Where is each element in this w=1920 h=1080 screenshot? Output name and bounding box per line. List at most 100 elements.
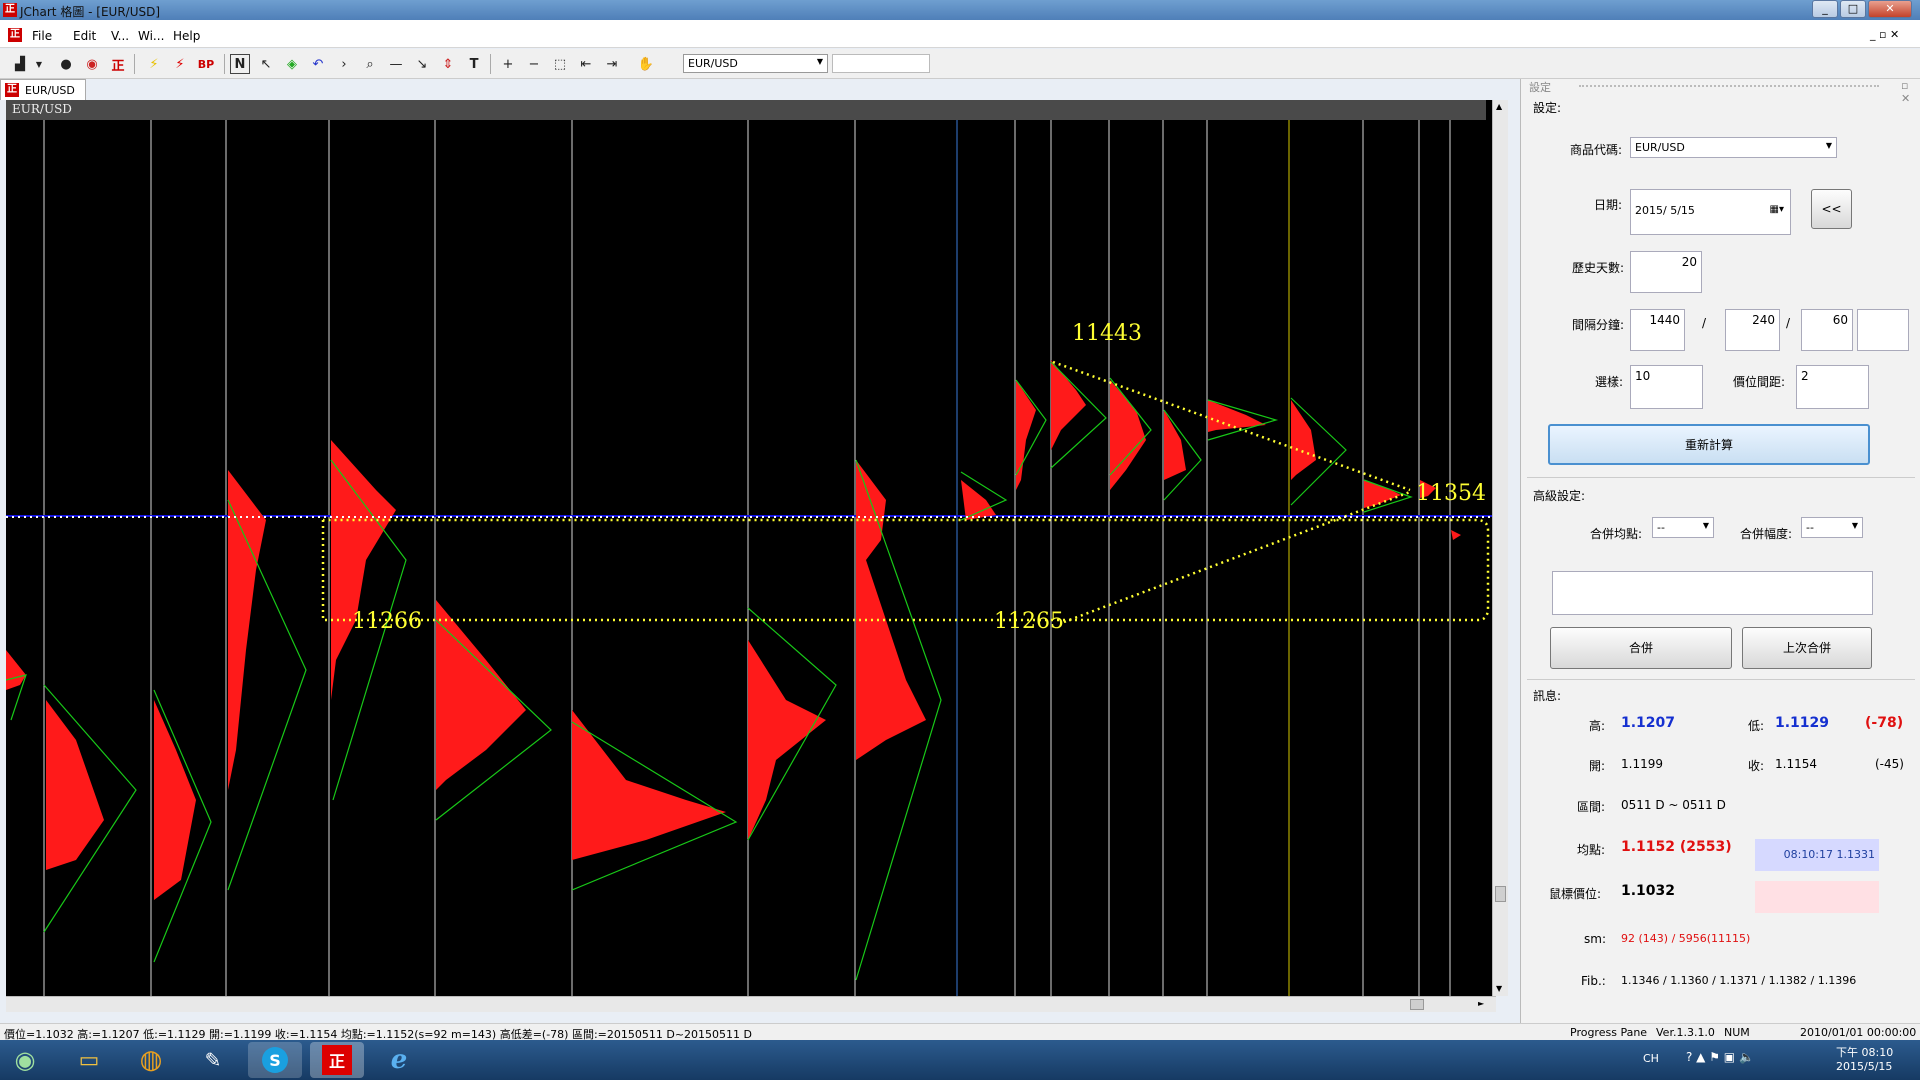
scroll-right-icon[interactable]: ⇥: [602, 54, 622, 74]
tray-icons[interactable]: ? ▲ ⚑ ▣ 🔈: [1686, 1050, 1754, 1064]
panel-close-icon[interactable]: ▫ ✕: [1901, 79, 1919, 105]
range-value: 0511 D ~ 0511 D: [1621, 798, 1726, 812]
clock-time[interactable]: 下午 08:10: [1836, 1044, 1893, 1060]
menu-help[interactable]: Help: [173, 29, 200, 43]
history-days-label: 歷史天數:: [1572, 261, 1625, 275]
bp-button[interactable]: BP: [196, 54, 216, 74]
merge-avg-dropdown[interactable]: -- ▼: [1652, 517, 1714, 538]
calendar-icon[interactable]: ▦▾: [1770, 204, 1784, 215]
hline-icon[interactable]: —: [386, 54, 406, 74]
annotation-11443: 11443: [1072, 321, 1142, 346]
merge-input[interactable]: [1552, 571, 1873, 615]
zoom-out-icon[interactable]: −: [524, 54, 544, 74]
arrows-icon[interactable]: ⇕: [438, 54, 458, 74]
status-version: Ver.1.3.1.0: [1656, 1026, 1715, 1039]
range-label: 區間:: [1577, 800, 1606, 814]
zoom-in-icon[interactable]: +: [498, 54, 518, 74]
recalculate-button[interactable]: 重新計算: [1548, 424, 1870, 465]
scroll-left-icon[interactable]: ⇤: [576, 54, 596, 74]
merge-range-dropdown[interactable]: -- ▼: [1801, 517, 1863, 538]
lightning-icon[interactable]: ⚡: [144, 54, 164, 74]
menu-logo-icon: 正: [8, 28, 22, 42]
merge-range-label: 合併幅度:: [1740, 527, 1793, 541]
close-button[interactable]: ✕: [1868, 0, 1912, 18]
chrome-icon[interactable]: ◍: [124, 1042, 178, 1078]
advanced-section-label: 高級設定:: [1533, 489, 1586, 503]
language-indicator[interactable]: CH: [1643, 1052, 1659, 1065]
symbol-select[interactable]: EUR/USD ▼: [683, 54, 828, 73]
price-gap-input[interactable]: 2: [1796, 365, 1869, 409]
back-button[interactable]: <<: [1811, 189, 1852, 229]
explorer-icon[interactable]: ▭: [62, 1042, 116, 1078]
jchart-taskbar-icon[interactable]: 正: [310, 1042, 364, 1078]
merge-avg-label: 合併均點:: [1590, 527, 1643, 541]
menu-edit[interactable]: Edit: [73, 29, 96, 43]
annotation-11266: 11266: [352, 609, 422, 634]
annotation-lines: [321, 360, 1490, 624]
open-value: 1.1199: [1621, 757, 1663, 771]
history-days-input[interactable]: 20: [1630, 251, 1702, 293]
interval-input-3[interactable]: 60: [1801, 309, 1853, 351]
panel-title: 設定: [1529, 81, 1551, 94]
book-icon[interactable]: ◈: [282, 54, 302, 74]
notepad-icon[interactable]: ✎: [186, 1042, 240, 1078]
start-button[interactable]: ◉: [2, 1042, 48, 1078]
vscroll-thumb[interactable]: [1495, 886, 1506, 902]
scroll-up-icon[interactable]: ▲: [1496, 102, 1502, 111]
app-logo-tool-icon[interactable]: 正: [108, 54, 128, 74]
app-logo-icon: 正: [3, 3, 17, 17]
symbol-label: 商品代碼:: [1570, 143, 1623, 157]
last-merge-button[interactable]: 上次合併: [1742, 627, 1872, 669]
record-icon[interactable]: ◉: [82, 54, 102, 74]
chevron-down-icon: ▼: [816, 57, 823, 66]
menu-window[interactable]: Wi...: [138, 29, 164, 43]
menu-file[interactable]: File: [32, 29, 52, 43]
title-bar: 正 JChart 格圖 - [EUR/USD] _ □ ✕: [0, 0, 1920, 20]
avg-label: 均點:: [1577, 843, 1606, 857]
merge-button[interactable]: 合併: [1550, 627, 1732, 669]
cursor-icon[interactable]: ↖: [256, 54, 276, 74]
sample-input[interactable]: 10: [1630, 365, 1703, 409]
clock-date[interactable]: 2015/5/15: [1836, 1060, 1892, 1073]
hscroll-thumb[interactable]: [1410, 999, 1424, 1010]
fib-label: Fib.:: [1581, 974, 1606, 988]
scroll-down-icon[interactable]: ▼: [1496, 984, 1502, 993]
maximize-button[interactable]: □: [1840, 0, 1866, 18]
tab-eurusd[interactable]: 正 EUR/USD: [0, 79, 86, 100]
settings-section-label: 設定:: [1533, 101, 1562, 115]
vertical-scrollbar[interactable]: ▲ ▼: [1492, 100, 1508, 996]
mdi-controls[interactable]: _ ▫ ✕: [1870, 28, 1899, 41]
interval-input-1[interactable]: 1440: [1630, 309, 1685, 351]
chart-area[interactable]: 11443 11354 11266 11265 EUR/USD: [6, 100, 1496, 996]
mouse-price-label: 鼠標價位:: [1549, 887, 1602, 901]
horizontal-scrollbar[interactable]: ►: [6, 996, 1496, 1012]
globe-icon[interactable]: ●: [56, 54, 76, 74]
diag-line-icon[interactable]: ↘: [412, 54, 432, 74]
interval-input-4[interactable]: [1857, 309, 1909, 351]
toolbar-extra-input[interactable]: [832, 54, 930, 73]
select-rect-icon[interactable]: ⬚: [550, 54, 570, 74]
search-icon[interactable]: ⌕: [360, 54, 380, 74]
lightning-red-icon[interactable]: ⚡: [170, 54, 190, 74]
interval-input-2[interactable]: 240: [1725, 309, 1780, 351]
hand-icon[interactable]: ✋: [636, 54, 656, 74]
chevron-down-icon[interactable]: ▼: [34, 54, 44, 74]
menu-view[interactable]: V...: [111, 29, 129, 43]
market-profile-chart[interactable]: 11443 11354 11266 11265: [6, 100, 1496, 996]
chart-header: EUR/USD: [6, 100, 1486, 120]
minimize-button[interactable]: _: [1812, 0, 1838, 18]
undo-icon[interactable]: ↶: [308, 54, 328, 74]
symbol-dropdown[interactable]: EUR/USD ▼: [1630, 137, 1837, 158]
ie-icon[interactable]: ℯ: [372, 1042, 426, 1078]
menu-bar: 正 File Edit V... Wi... Help _ ▫ ✕: [0, 20, 1920, 48]
chart-type-icon[interactable]: ▟: [10, 54, 30, 74]
date-picker[interactable]: 2015/ 5/15 ▦▾: [1630, 189, 1791, 235]
text-tool-button[interactable]: T: [464, 54, 484, 74]
close-value: 1.1154: [1775, 757, 1817, 771]
forward-icon[interactable]: ›: [334, 54, 354, 74]
interval-sep-2: /: [1786, 316, 1791, 330]
low-label: 低:: [1748, 719, 1765, 733]
scroll-right-icon[interactable]: ►: [1478, 999, 1484, 1008]
n-button[interactable]: N: [230, 54, 250, 74]
skype-icon[interactable]: S: [248, 1042, 302, 1078]
